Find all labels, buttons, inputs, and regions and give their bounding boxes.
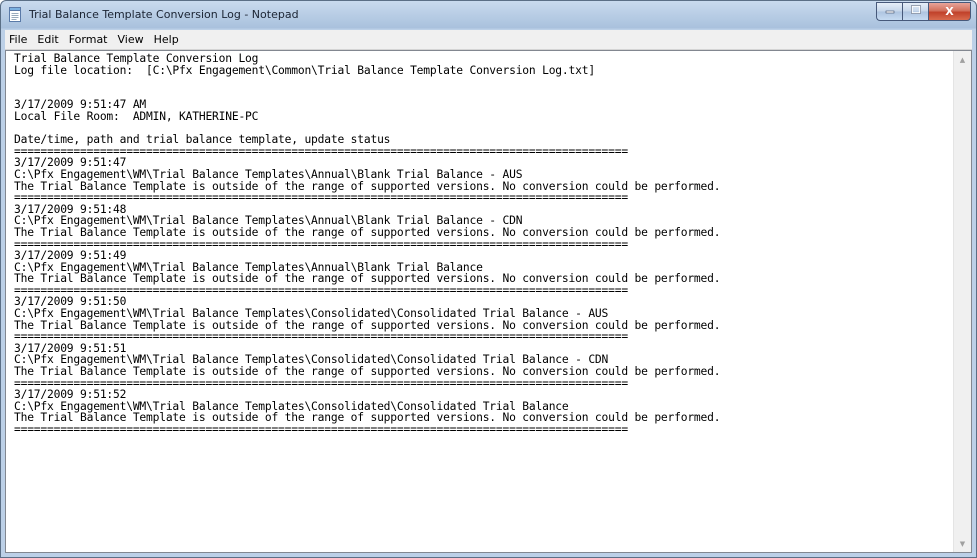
menu-help[interactable]: Help — [149, 30, 184, 49]
document-line: 3/17/2009 9:51:49 — [14, 249, 127, 263]
scroll-down-arrow-icon[interactable]: ▼ — [954, 535, 971, 552]
close-button[interactable]: X — [928, 2, 971, 21]
close-icon: X — [945, 5, 954, 18]
maximize-icon — [910, 5, 921, 18]
document-text[interactable]: Trial Balance Template Conversion Log Log… — [6, 51, 954, 552]
maximize-button[interactable] — [902, 2, 928, 21]
document-line: The Trial Balance Template is outside of… — [14, 225, 721, 239]
menu-file[interactable]: File — [5, 30, 32, 49]
notepad-window: Trial Balance Template Conversion Log - … — [0, 0, 977, 558]
window-title: Trial Balance Template Conversion Log - … — [29, 8, 299, 21]
document-line: ========================================… — [14, 376, 628, 390]
document-line: Log file location: [C:\Pfx Engagement\Co… — [14, 63, 595, 77]
document-line: ========================================… — [14, 237, 628, 251]
vertical-scrollbar[interactable]: ▲ ▼ — [953, 51, 971, 552]
scroll-up-arrow-icon[interactable]: ▲ — [954, 51, 971, 68]
menu-bar: File Edit Format View Help — [5, 30, 972, 50]
menu-view[interactable]: View — [113, 30, 149, 49]
menu-edit[interactable]: Edit — [32, 30, 63, 49]
document-line: C:\Pfx Engagement\WM\Trial Balance Templ… — [14, 307, 609, 321]
menu-format[interactable]: Format — [64, 30, 113, 49]
caption-buttons: X — [876, 2, 971, 21]
document-line: ========================================… — [14, 144, 628, 158]
document-line: The Trial Balance Template is outside of… — [14, 365, 721, 379]
document-line: ========================================… — [14, 330, 628, 344]
document-line: C:\Pfx Engagement\WM\Trial Balance Templ… — [14, 167, 523, 181]
title-bar[interactable]: Trial Balance Template Conversion Log - … — [1, 1, 976, 28]
notepad-icon — [8, 7, 22, 22]
document-line: ========================================… — [14, 191, 628, 205]
document-line: Trial Balance Template Conversion Log — [14, 52, 259, 65]
text-editor[interactable]: Trial Balance Template Conversion Log Log… — [5, 50, 972, 553]
document-line: Local File Room: ADMIN, KATHERINE-PC — [14, 109, 259, 123]
document-line: ========================================… — [14, 423, 628, 436]
minimize-icon — [885, 5, 895, 18]
minimize-button[interactable] — [876, 2, 902, 21]
document-line: Date/time, path and trial balance templa… — [14, 133, 391, 147]
document-line: ========================================… — [14, 283, 628, 297]
